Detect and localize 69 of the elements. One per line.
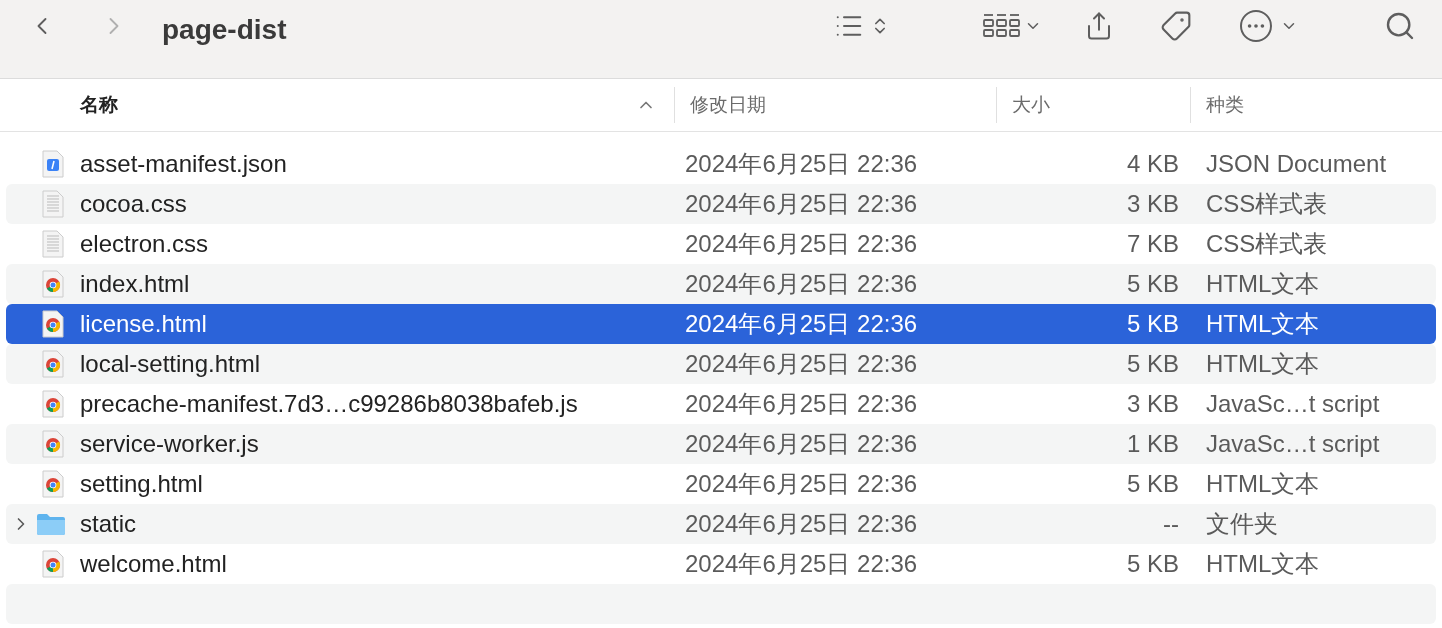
browser-file-icon	[42, 550, 64, 578]
file-type: 文件夹	[1206, 509, 1278, 539]
file-name: asset-manifest.json	[80, 149, 288, 179]
file-type: CSS样式表	[1206, 229, 1328, 259]
file-type: HTML文本	[1206, 469, 1320, 499]
modified-date: 2024年6月25日 22:36	[685, 189, 919, 219]
modified-date: 2024年6月25日 22:36	[685, 309, 919, 339]
modified-date: 2024年6月25日 22:36	[685, 389, 919, 419]
file-name: electron.css	[80, 229, 210, 259]
file-size: --	[1162, 509, 1179, 539]
modified-date: 2024年6月25日 22:36	[685, 469, 919, 499]
search-icon	[1384, 10, 1416, 42]
file-row[interactable]: service-worker.js 2024年6月25日 22:36 1 KB JavaSc…t script	[6, 424, 1436, 464]
file-size: 5 KB	[1125, 549, 1179, 579]
file-size: 1 KB	[1125, 429, 1179, 459]
file-row[interactable]: license.html 2024年6月25日 22:36 5 KB HTML文本	[6, 304, 1436, 344]
file-name: cocoa.css	[80, 189, 188, 219]
more-icon	[1240, 10, 1272, 42]
browser-file-icon	[42, 310, 64, 338]
modified-date: 2024年6月25日 22:36	[685, 269, 919, 299]
window-title: page-dist	[162, 13, 287, 47]
modified-date: 2024年6月25日 22:36	[685, 429, 919, 459]
browser-file-icon	[42, 390, 64, 418]
file-name: service-worker.js	[80, 429, 260, 459]
file-type: JSON Document	[1206, 149, 1387, 179]
file-row[interactable]: static 2024年6月25日 22:36 -- 文件夹	[6, 504, 1436, 544]
folder-icon	[36, 512, 66, 536]
file-size: 3 KB	[1125, 189, 1179, 219]
file-type: HTML文本	[1206, 269, 1320, 299]
column-header[interactable]: 种类	[1191, 87, 1442, 123]
browser-file-icon	[42, 270, 64, 298]
file-name: precache-manifest.7d3…c99286b8038bafeb.js	[80, 389, 579, 419]
json-file-icon	[42, 150, 64, 178]
file-size: 5 KB	[1125, 269, 1179, 299]
modified-date: 2024年6月25日 22:36	[685, 349, 919, 379]
file-size: 5 KB	[1125, 469, 1179, 499]
file-type: CSS样式表	[1206, 189, 1328, 219]
file-row[interactable]: local-setting.html 2024年6月25日 22:36 5 KB HTML文本	[6, 344, 1436, 384]
text-file-icon	[42, 230, 64, 258]
file-name: setting.html	[80, 469, 204, 499]
browser-file-icon	[42, 350, 64, 378]
file-row[interactable]: cocoa.css 2024年6月25日 22:36 3 KB CSS样式表	[6, 184, 1436, 224]
file-name: static	[80, 509, 137, 539]
file-name: welcome.html	[80, 549, 228, 579]
column-header[interactable]: 修改日期	[675, 87, 997, 123]
file-type: JavaSc…t script	[1206, 389, 1380, 419]
file-row[interactable]: index.html 2024年6月25日 22:36 5 KB HTML文本	[6, 264, 1436, 304]
file-type: HTML文本	[1206, 309, 1320, 339]
file-name: license.html	[80, 309, 208, 339]
file-size: 5 KB	[1125, 309, 1179, 339]
modified-date: 2024年6月25日 22:36	[685, 229, 919, 259]
file-size: 3 KB	[1125, 389, 1179, 419]
file-size: 4 KB	[1125, 149, 1179, 179]
modified-date: 2024年6月25日 22:36	[685, 509, 919, 539]
file-size: 5 KB	[1125, 349, 1179, 379]
browser-file-icon	[42, 430, 64, 458]
file-type: HTML文本	[1206, 349, 1320, 379]
column-header[interactable]: 大小	[997, 87, 1191, 123]
file-name: local-setting.html	[80, 349, 262, 379]
modified-date: 2024年6月25日 22:36	[685, 149, 919, 179]
file-type: HTML文本	[1206, 549, 1320, 579]
browser-file-icon	[42, 470, 64, 498]
file-name: index.html	[80, 269, 191, 299]
tag-icon	[1160, 10, 1192, 42]
file-type: JavaSc…t script	[1206, 429, 1380, 459]
column-header[interactable]: 名称	[0, 87, 675, 123]
text-file-icon	[42, 190, 64, 218]
file-size: 7 KB	[1125, 229, 1179, 259]
modified-date: 2024年6月25日 22:36	[685, 549, 919, 579]
